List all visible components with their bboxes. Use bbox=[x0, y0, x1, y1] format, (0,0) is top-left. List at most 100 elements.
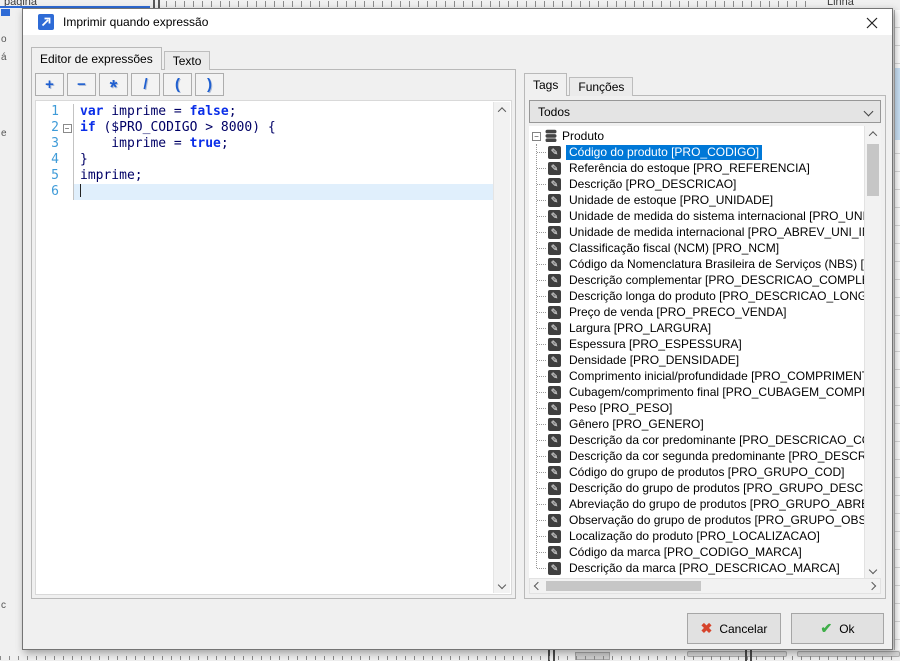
tree-item[interactable]: ✎Descrição da cor segunda predominante [… bbox=[529, 448, 864, 464]
tree-item[interactable]: ✎Peso [PRO_PESO] bbox=[529, 400, 864, 416]
tree-item[interactable]: ✎Código da Nomenclatura Brasileira de Se… bbox=[529, 256, 864, 272]
bg-grid-header bbox=[895, 68, 900, 140]
tree-item[interactable]: ✎Descrição da cor predominante [PRO_DESC… bbox=[529, 432, 864, 448]
tree-connector bbox=[537, 168, 546, 169]
editor-vscrollbar[interactable] bbox=[493, 102, 510, 593]
tree-connector bbox=[537, 328, 546, 329]
tag-pencil-icon: ✎ bbox=[548, 370, 561, 383]
tree-item[interactable]: ✎Abreviação do grupo de produtos [PRO_GR… bbox=[529, 496, 864, 512]
tree-item[interactable]: ✎Descrição da marca [PRO_DESCRICAO_MARCA… bbox=[529, 560, 864, 576]
background-grid-fragment bbox=[894, 10, 900, 650]
tab-label: Funções bbox=[578, 80, 624, 94]
tree-item[interactable]: ✎ Unidade de medida internacional [PRO_AB… bbox=[529, 224, 864, 240]
fold-column bbox=[61, 136, 74, 152]
tree-vscrollbar[interactable] bbox=[864, 126, 881, 578]
tag-pencil-icon: ✎ bbox=[548, 338, 561, 351]
bg-text-fragment: á bbox=[1, 52, 7, 63]
collapse-icon[interactable]: − bbox=[532, 132, 541, 141]
tags-panel: Todos − Produto ✎Código do produto [PRO_… bbox=[524, 95, 886, 599]
tag-pencil-icon: ✎ bbox=[548, 226, 561, 239]
tree-item[interactable]: ✎Código da marca [PRO_CODIGO_MARCA] bbox=[529, 544, 864, 560]
tree-connector bbox=[537, 232, 546, 233]
tree-item-label: Espessura [PRO_ESPESSURA] bbox=[566, 337, 745, 352]
tree-connector bbox=[537, 456, 546, 457]
cancel-button[interactable]: ✖ Cancelar bbox=[687, 613, 781, 644]
op-plus-button[interactable]: + bbox=[35, 73, 64, 96]
tree-item[interactable]: ✎Código do produto [PRO_CODIGO] bbox=[529, 144, 864, 160]
tree-item-label: Unidade de estoque [PRO_UNIDADE] bbox=[566, 193, 776, 208]
tree-root-produto[interactable]: − Produto bbox=[529, 128, 864, 144]
op-paren-open-button[interactable]: ( bbox=[163, 73, 192, 96]
background-ruler-top: página Linha bbox=[0, 0, 900, 8]
tree-item-label: Unidade de medida do sistema internacion… bbox=[566, 209, 864, 224]
tree-item[interactable]: ✎Densidade [PRO_DENSIDADE] bbox=[529, 352, 864, 368]
tree-connector bbox=[537, 296, 546, 297]
line-number: 6 bbox=[37, 184, 61, 200]
ok-button[interactable]: ✔ Ok bbox=[791, 613, 884, 644]
tag-pencil-icon: ✎ bbox=[548, 290, 561, 303]
tree-item[interactable]: ✎Descrição [PRO_DESCRICAO] bbox=[529, 176, 864, 192]
tree-item[interactable]: ✎Gênero [PRO_GENERO] bbox=[529, 416, 864, 432]
fold-collapse-icon[interactable]: − bbox=[63, 124, 72, 133]
tab-editor-de-expressoes[interactable]: Editor de expressões bbox=[31, 47, 162, 70]
tree-item[interactable]: ✎Descrição complementar [PRO_DESCRICAO_C… bbox=[529, 272, 864, 288]
scroll-down-icon[interactable] bbox=[494, 577, 510, 593]
tree-item[interactable]: ✎Comprimento inicial/profundidade [PRO_C… bbox=[529, 368, 864, 384]
op-divide-button[interactable]: / bbox=[131, 73, 160, 96]
close-button[interactable] bbox=[862, 13, 882, 32]
tree-item[interactable]: ✎Cubagem/comprimento final [PRO_CUBAGEM_… bbox=[529, 384, 864, 400]
tab-tags[interactable]: Tags bbox=[524, 73, 567, 96]
tree-item-label: Localização do produto [PRO_LOCALIZACAO] bbox=[566, 529, 823, 544]
tab-funcoes[interactable]: Funções bbox=[569, 77, 633, 96]
scroll-left-icon[interactable] bbox=[530, 579, 546, 593]
tag-pencil-icon: ✎ bbox=[548, 546, 561, 559]
print-when-expression-dialog: Imprimir quando expressão Editor de expr… bbox=[22, 8, 893, 650]
tab-label: Editor de expressões bbox=[40, 52, 153, 66]
tree-item[interactable]: ✎Observação do grupo de produtos [PRO_GR… bbox=[529, 512, 864, 528]
tag-pencil-icon: ✎ bbox=[548, 562, 561, 575]
ok-label: Ok bbox=[839, 622, 854, 636]
tree-connector bbox=[537, 344, 546, 345]
tree-item-label: Descrição do grupo de produtos [PRO_GRUP… bbox=[566, 481, 864, 496]
op-paren-close-button[interactable]: ) bbox=[195, 73, 224, 96]
tree-item[interactable]: ✎Unidade de estoque [PRO_UNIDADE] bbox=[529, 192, 864, 208]
tree-connector bbox=[537, 520, 546, 521]
tree-item[interactable]: ✎Localização do produto [PRO_LOCALIZACAO… bbox=[529, 528, 864, 544]
code-text: var imprime = false; bbox=[74, 104, 493, 120]
tree-items: ✎Código do produto [PRO_CODIGO]✎Referênc… bbox=[529, 144, 864, 576]
tree-item-label: Densidade [PRO_DENSIDADE] bbox=[566, 353, 742, 368]
line-number: 3 bbox=[37, 136, 61, 152]
tags-filter-select[interactable]: Todos bbox=[529, 100, 881, 123]
vscroll-thumb[interactable] bbox=[867, 144, 879, 196]
database-icon bbox=[544, 129, 558, 143]
op-multiply-button[interactable]: * bbox=[99, 73, 128, 96]
tag-pencil-icon: ✎ bbox=[548, 322, 561, 335]
tree-item[interactable]: ✎Largura [PRO_LARGURA] bbox=[529, 320, 864, 336]
scroll-right-icon[interactable] bbox=[864, 579, 880, 593]
tree-item-label: Código do produto [PRO_CODIGO] bbox=[566, 145, 762, 160]
tree-item-label: Cubagem/comprimento final [PRO_CUBAGEM_C… bbox=[566, 385, 864, 400]
tree-item-label: Unidade de medida internacional [PRO_ABR… bbox=[566, 225, 864, 240]
tag-pencil-icon: ✎ bbox=[548, 242, 561, 255]
tab-texto[interactable]: Texto bbox=[164, 51, 211, 70]
tree-item[interactable]: ✎Referência do estoque [PRO_REFERENCIA] bbox=[529, 160, 864, 176]
tree-connector bbox=[537, 536, 546, 537]
background-ruler-bottom bbox=[0, 650, 900, 661]
tree-item-label: Descrição da cor predominante [PRO_DESCR… bbox=[566, 433, 864, 448]
tree-item-label: Peso [PRO_PESO] bbox=[566, 401, 675, 416]
tree-item[interactable]: ✎Classificação fiscal (NCM) [PRO_NCM] bbox=[529, 240, 864, 256]
tree-item[interactable]: ✎Descrição longa do produto [PRO_DESCRIC… bbox=[529, 288, 864, 304]
tree-item[interactable]: ✎Preço de venda [PRO_PRECO_VENDA] bbox=[529, 304, 864, 320]
op-minus-button[interactable]: − bbox=[67, 73, 96, 96]
tree-item[interactable]: ✎Unidade de medida do sistema internacio… bbox=[529, 208, 864, 224]
tree-item[interactable]: ✎ Espessura [PRO_ESPESSURA] bbox=[529, 336, 864, 352]
code-editor[interactable]: 1var imprime = false;2−if ($PRO_CODIGO >… bbox=[35, 100, 512, 595]
tree-item[interactable]: ✎Descrição do grupo de produtos [PRO_GRU… bbox=[529, 480, 864, 496]
hscroll-thumb[interactable] bbox=[546, 581, 701, 591]
scroll-up-icon[interactable] bbox=[865, 126, 881, 142]
code-line: 6 bbox=[37, 184, 493, 200]
tree-hscrollbar[interactable] bbox=[529, 578, 881, 594]
scroll-down-icon[interactable] bbox=[865, 562, 881, 578]
tree-item[interactable]: ✎Código do grupo de produtos [PRO_GRUPO_… bbox=[529, 464, 864, 480]
scroll-up-icon[interactable] bbox=[494, 102, 510, 118]
